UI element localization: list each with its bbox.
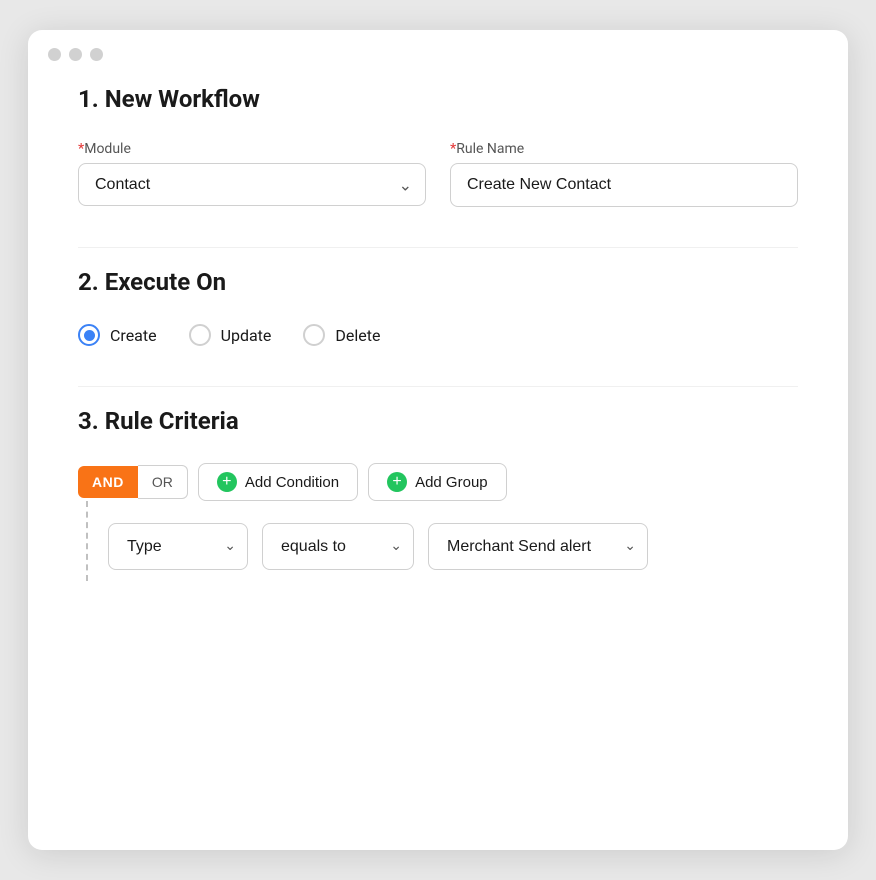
type-field-select[interactable]: Type Status Name Email	[108, 523, 248, 570]
main-window: 1. New Workflow *Module Contact Lead Acc…	[28, 30, 848, 850]
radio-create-label: Create	[110, 326, 157, 345]
radio-item-update[interactable]: Update	[189, 324, 272, 346]
radio-item-delete[interactable]: Delete	[303, 324, 380, 346]
page-content: 1. New Workflow *Module Contact Lead Acc…	[28, 75, 848, 671]
criteria-line-wrapper: Type Status Name Email ⌄ equals to not e…	[78, 501, 798, 581]
window-dot-3	[90, 48, 103, 61]
window-dot-1	[48, 48, 61, 61]
titlebar	[28, 30, 848, 75]
module-label: *Module	[78, 141, 426, 157]
window-dot-2	[69, 48, 82, 61]
module-select-wrapper: Contact Lead Account Deal ⌄	[78, 163, 426, 206]
radio-item-create[interactable]: Create	[78, 324, 157, 346]
add-condition-label: Add Condition	[245, 474, 339, 491]
type-field-wrapper: Type Status Name Email ⌄	[108, 523, 248, 570]
condition-field-select[interactable]: equals to not equals to contains starts …	[262, 523, 414, 570]
criteria-fields-row: Type Status Name Email ⌄ equals to not e…	[108, 501, 798, 581]
or-button[interactable]: OR	[138, 465, 188, 499]
condition-field-wrapper: equals to not equals to contains starts …	[262, 523, 414, 570]
add-group-label: Add Group	[415, 474, 488, 491]
add-condition-plus-icon: +	[217, 472, 237, 492]
section-rule-criteria: 3. Rule Criteria AND OR + Add Condition …	[78, 407, 798, 581]
section-new-workflow: 1. New Workflow *Module Contact Lead Acc…	[78, 85, 798, 207]
and-button[interactable]: AND	[78, 466, 138, 498]
add-group-button[interactable]: + Add Group	[368, 463, 507, 501]
radio-update[interactable]	[189, 324, 211, 346]
divider-1	[78, 247, 798, 248]
value-field-wrapper: Merchant Send alert Option A Option B ⌄	[428, 523, 648, 570]
section-1-title: 1. New Workflow	[78, 85, 798, 113]
form-group-rule-name: *Rule Name	[450, 141, 798, 207]
radio-delete-label: Delete	[335, 326, 380, 345]
add-condition-button[interactable]: + Add Condition	[198, 463, 358, 501]
section-2-title: 2. Execute On	[78, 268, 798, 296]
radio-delete[interactable]	[303, 324, 325, 346]
rule-name-input[interactable]	[450, 163, 798, 207]
execute-on-radio-group: Create Update Delete	[78, 324, 798, 346]
divider-2	[78, 386, 798, 387]
criteria-toolbar: AND OR + Add Condition + Add Group	[78, 463, 798, 501]
form-row-module-rule: *Module Contact Lead Account Deal ⌄	[78, 141, 798, 207]
rule-name-label: *Rule Name	[450, 141, 798, 157]
criteria-vertical-line	[86, 501, 88, 581]
add-group-plus-icon: +	[387, 472, 407, 492]
radio-create[interactable]	[78, 324, 100, 346]
value-field-select[interactable]: Merchant Send alert Option A Option B	[428, 523, 648, 570]
radio-update-label: Update	[221, 326, 272, 345]
form-group-module: *Module Contact Lead Account Deal ⌄	[78, 141, 426, 206]
and-or-toggle: AND OR	[78, 465, 188, 499]
section-3-title: 3. Rule Criteria	[78, 407, 798, 435]
module-select[interactable]: Contact Lead Account Deal	[78, 163, 426, 206]
section-execute-on: 2. Execute On Create Update Delete	[78, 268, 798, 346]
